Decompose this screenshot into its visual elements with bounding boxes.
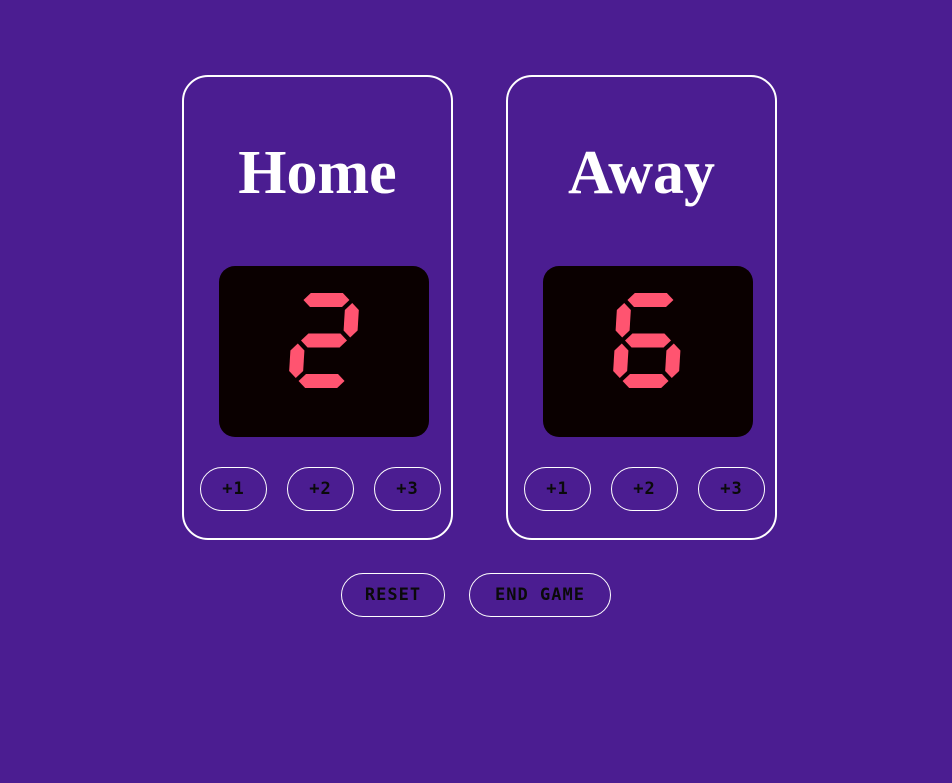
away-add-2-button[interactable]: +2	[611, 467, 678, 511]
away-team-name: Away	[568, 139, 715, 207]
home-digit-segment-b	[343, 303, 359, 338]
home-digit-segment-g	[301, 333, 347, 348]
home-score-display: 2	[219, 266, 429, 437]
away-digit-segment-c	[665, 343, 681, 378]
home-add-3-button[interactable]: +3	[374, 467, 441, 511]
home-score-digit	[289, 293, 359, 388]
reset-button[interactable]: RESET	[341, 573, 445, 617]
away-digit-segment-f	[615, 303, 631, 338]
away-digit-segment-d	[622, 374, 669, 388]
home-add-1-button[interactable]: +1	[200, 467, 267, 511]
away-score-display: 6	[543, 266, 753, 437]
home-digit-segment-d	[298, 374, 345, 388]
home-digit-segment-a	[303, 293, 350, 307]
away-add-3-button[interactable]: +3	[698, 467, 765, 511]
away-team-panel: Away 6 +1 +2 +3	[506, 75, 777, 540]
home-team-panel: Home 2 +1 +2 +3	[182, 75, 453, 540]
home-add-2-button[interactable]: +2	[287, 467, 354, 511]
away-add-1-button[interactable]: +1	[524, 467, 591, 511]
away-score-digit	[613, 293, 681, 388]
away-digit-segment-g	[625, 333, 671, 348]
away-digit-segment-a	[627, 293, 674, 307]
end-game-button[interactable]: END GAME	[469, 573, 611, 617]
away-digit-segment-e	[613, 343, 629, 378]
home-team-name: Home	[238, 139, 397, 207]
home-digit-segment-e	[289, 343, 305, 378]
